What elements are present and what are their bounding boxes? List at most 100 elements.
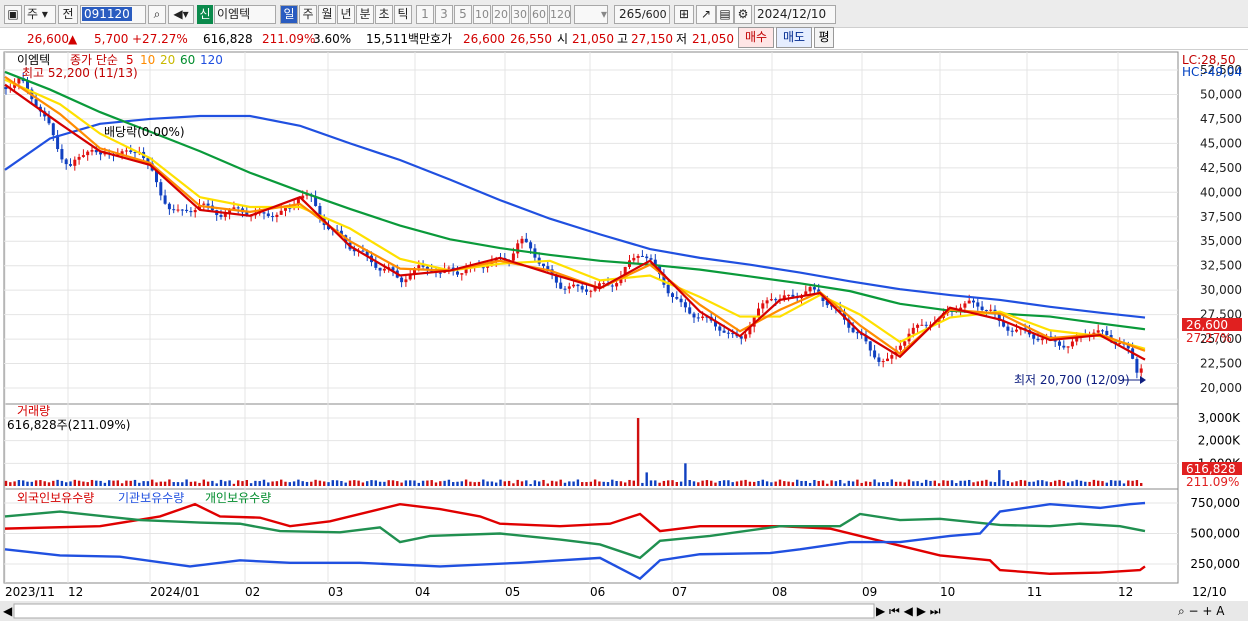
volume-bar bbox=[955, 483, 958, 486]
volume-bar bbox=[430, 480, 433, 486]
volume-bar bbox=[378, 481, 382, 486]
volume-bar bbox=[563, 482, 567, 486]
period-tab-week[interactable]: 주 bbox=[299, 5, 317, 24]
candle-body bbox=[69, 164, 72, 166]
volume-bar bbox=[310, 481, 313, 486]
volume-bar bbox=[99, 480, 102, 486]
candle-body bbox=[688, 307, 692, 314]
period-tab-year[interactable]: 년 bbox=[337, 5, 355, 24]
volume-bar bbox=[890, 479, 893, 486]
volume-bar bbox=[1105, 482, 1108, 486]
volume-bar bbox=[172, 482, 175, 486]
volume-bar bbox=[963, 480, 967, 486]
eval-button[interactable]: 평 bbox=[814, 27, 834, 48]
volume-bar bbox=[864, 481, 868, 486]
interval-10[interactable]: 10 bbox=[473, 5, 491, 24]
date-input[interactable]: 2024/12/10 ▦ bbox=[754, 5, 836, 38]
volume-bar bbox=[129, 480, 132, 486]
interval-20[interactable]: 20 bbox=[492, 5, 510, 24]
volume-bar bbox=[671, 480, 674, 486]
volume-bar bbox=[413, 480, 416, 486]
interval-30[interactable]: 30 bbox=[511, 5, 529, 24]
candle-body bbox=[73, 159, 77, 166]
volume-bar bbox=[512, 483, 515, 486]
candle-body bbox=[787, 294, 791, 296]
bottom-scrollbar[interactable]: ◀ ▶ ⏮ ◀ ▶ ⏭ ⌕ − + A bbox=[0, 601, 1248, 621]
volume-bar bbox=[748, 481, 752, 486]
volume-bar bbox=[443, 480, 446, 486]
volume-bar bbox=[598, 481, 601, 486]
volume-bar bbox=[606, 482, 610, 486]
volume-bar bbox=[808, 482, 812, 486]
volume-bar bbox=[335, 480, 339, 486]
volume-bar bbox=[804, 480, 807, 486]
volume-bar bbox=[396, 481, 399, 486]
gear-icon[interactable]: ⚙ bbox=[734, 5, 752, 24]
volume-bar bbox=[499, 479, 502, 486]
volume-bar bbox=[482, 479, 485, 486]
candle-body bbox=[602, 282, 606, 284]
window-icon[interactable]: ▣ bbox=[4, 5, 22, 24]
volume-bar bbox=[318, 480, 322, 486]
save-icon[interactable]: ▤ bbox=[716, 5, 734, 24]
interval-3[interactable]: 3 bbox=[435, 5, 453, 24]
volume-bar bbox=[920, 482, 924, 486]
volume-bar bbox=[662, 480, 666, 486]
sell-button[interactable]: 매도 bbox=[776, 27, 812, 48]
mode-select[interactable]: 주 ▾ bbox=[24, 5, 56, 24]
hoga-label: 호가 bbox=[430, 32, 453, 46]
volume-bar bbox=[146, 481, 150, 486]
interval-60[interactable]: 60 bbox=[530, 5, 548, 24]
search-icon[interactable]: ⌕ bbox=[148, 5, 166, 24]
candle-body bbox=[180, 209, 184, 211]
period-tab-day[interactable]: 일 bbox=[280, 5, 298, 24]
candle-body bbox=[886, 358, 889, 362]
candle-body bbox=[189, 210, 193, 213]
candle-body bbox=[223, 213, 227, 217]
zoom-icons[interactable]: ⌕ − + A bbox=[1178, 604, 1225, 618]
count-input[interactable]: 265/600 bbox=[614, 5, 670, 24]
high-price: 27,150 bbox=[631, 32, 673, 46]
candle-body bbox=[722, 330, 726, 333]
volume-bar bbox=[817, 480, 820, 486]
volume-bar bbox=[619, 481, 623, 486]
dividend-note: 배당락(0.00%) bbox=[104, 125, 185, 139]
period-tab-tick[interactable]: 틱 bbox=[394, 5, 412, 24]
candle-body bbox=[447, 267, 451, 269]
candle-body bbox=[976, 302, 980, 307]
scroll-right-icon[interactable]: ▶ ⏮ ◀ ▶ ⏭ bbox=[876, 604, 941, 618]
interval-1[interactable]: 1 bbox=[416, 5, 434, 24]
volume-bar bbox=[847, 480, 850, 486]
custom-interval-input[interactable]: ▾ bbox=[574, 5, 608, 24]
volume-bar bbox=[1075, 479, 1078, 486]
interval-5[interactable]: 5 bbox=[454, 5, 472, 24]
candle-body bbox=[636, 255, 640, 258]
type-select[interactable]: 전 bbox=[58, 5, 78, 24]
volume-bar bbox=[327, 482, 330, 486]
volume-bar bbox=[718, 480, 721, 486]
chart-tools-icon[interactable]: ⊞ bbox=[674, 5, 694, 24]
drawing-icon[interactable]: ↗ bbox=[696, 5, 716, 24]
candle-body bbox=[868, 341, 872, 351]
buy-button[interactable]: 매수 bbox=[738, 27, 774, 48]
period-tab-minute[interactable]: 분 bbox=[356, 5, 374, 24]
volume-bar bbox=[907, 479, 911, 486]
volume-bar bbox=[370, 480, 373, 486]
volume-bar bbox=[267, 482, 270, 486]
period-tab-month[interactable]: 월 bbox=[318, 5, 336, 24]
stock-name-field[interactable]: 이엠텍 bbox=[214, 5, 276, 24]
candle-body bbox=[1135, 358, 1139, 373]
volume-bar bbox=[568, 481, 571, 486]
volume-bar bbox=[262, 479, 266, 486]
period-tab-second[interactable]: 초 bbox=[375, 5, 393, 24]
volume-bar bbox=[559, 479, 562, 486]
volume-bar bbox=[1092, 479, 1096, 486]
scroll-left-icon[interactable]: ◀ bbox=[3, 604, 13, 618]
interval-120[interactable]: 120 bbox=[549, 5, 571, 24]
speaker-icon[interactable]: ◀▾ bbox=[168, 5, 194, 24]
volume-bar bbox=[985, 479, 988, 486]
stock-code-input[interactable]: 091120 bbox=[80, 5, 146, 24]
volume-bar bbox=[542, 479, 545, 486]
volume-bar bbox=[993, 482, 997, 486]
candle-body bbox=[438, 272, 442, 274]
